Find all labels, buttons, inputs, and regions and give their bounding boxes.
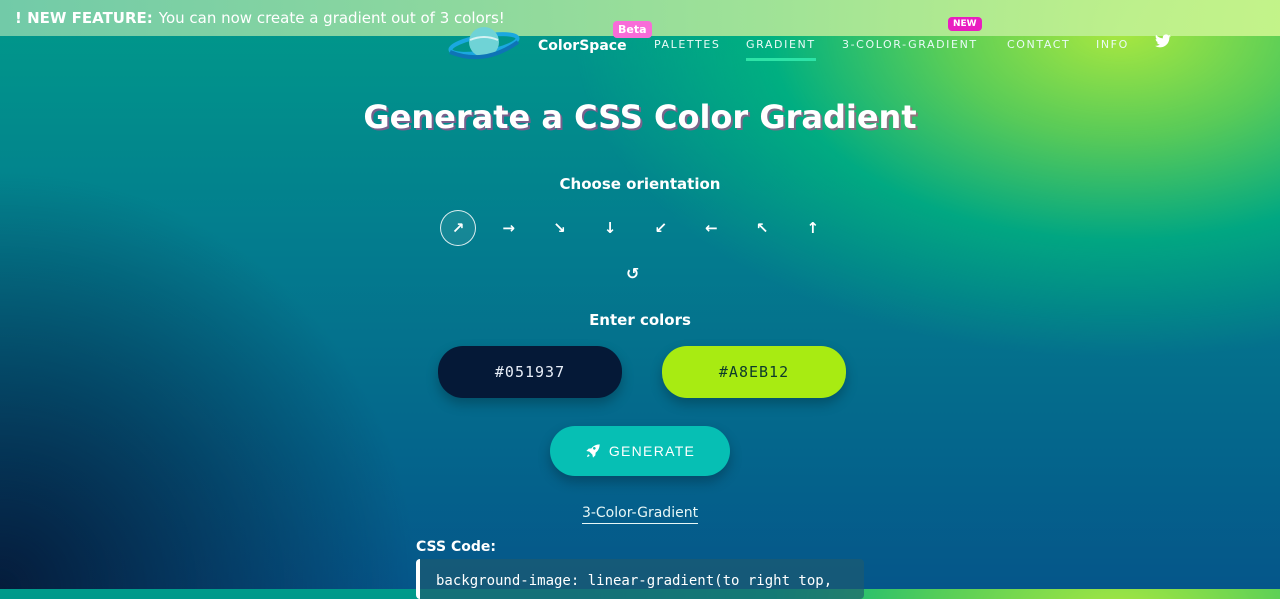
nav-gradient[interactable]: GRADIENT <box>746 38 816 61</box>
banner-text: You can now create a gradient out of 3 c… <box>158 9 505 27</box>
orient-to-left-bottom-button[interactable]: ↙ <box>643 210 679 246</box>
orient-to-top-button[interactable]: ↑ <box>795 210 831 246</box>
css-code-label: CSS Code: <box>416 539 496 555</box>
brand-name[interactable]: ColorSpace <box>538 38 627 54</box>
planet-logo-icon[interactable] <box>446 26 522 66</box>
orient-to-right-bottom-button[interactable]: ↘ <box>541 210 577 246</box>
three-color-gradient-link[interactable]: 3-Color-Gradient <box>581 505 699 524</box>
nav-contact[interactable]: CONTACT <box>1007 38 1070 51</box>
orient-to-bottom-button[interactable]: ↓ <box>592 210 628 246</box>
twitter-icon[interactable] <box>1155 34 1171 48</box>
banner-bold: ! NEW FEATURE: <box>15 9 153 27</box>
beta-badge: Beta <box>613 21 652 38</box>
orientation-picker: ↗ → ↘ ↓ ↙ ← ↖ ↑ <box>440 210 846 246</box>
nav-palettes[interactable]: PALETTES <box>654 38 721 51</box>
page-title: Generate a CSS Color Gradient <box>363 98 917 136</box>
orientation-label: Choose orientation <box>559 175 721 193</box>
color-input-1[interactable] <box>438 346 622 398</box>
orient-to-left-button[interactable]: ← <box>693 210 729 246</box>
refresh-icon[interactable]: ↺ <box>626 264 639 283</box>
nav-info[interactable]: INFO <box>1096 38 1129 51</box>
generate-button[interactable]: GENERATE <box>550 426 730 476</box>
three-color-gradient-link-wrap: 3-Color-Gradient <box>0 505 1280 524</box>
css-code-box[interactable]: background-image: linear-gradient(to rig… <box>416 559 864 599</box>
orient-to-right-top-button[interactable]: ↗ <box>440 210 476 246</box>
rocket-icon <box>586 444 600 458</box>
orient-to-left-top-button[interactable]: ↖ <box>744 210 780 246</box>
color-input-2[interactable] <box>662 346 846 398</box>
orient-to-right-button[interactable]: → <box>491 210 527 246</box>
generate-label: GENERATE <box>608 443 696 459</box>
new-badge: NEW <box>948 17 982 31</box>
nav-3-color-gradient[interactable]: 3-COLOR-GRADIENT <box>842 38 978 51</box>
colors-label: Enter colors <box>589 311 691 329</box>
